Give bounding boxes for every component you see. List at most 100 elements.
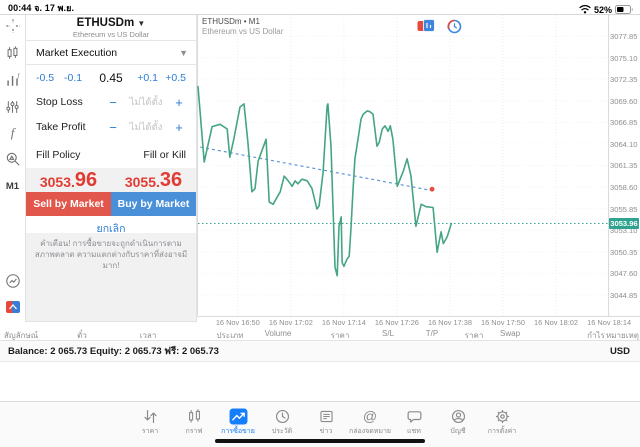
y-axis-tick: 3058.60	[610, 183, 638, 193]
objects-icon[interactable]	[0, 148, 25, 170]
stop-loss-row: Stop Loss − ไม่ได้ตั้ง +	[26, 91, 196, 113]
nav-item-mailbox[interactable]: @ กล่องจดหมาย	[348, 407, 392, 437]
volume-value[interactable]: 0.45	[92, 71, 130, 85]
svg-text:f: f	[17, 72, 20, 79]
mailbox-icon: @	[362, 408, 378, 424]
order-type-value: Market Execution	[36, 46, 118, 59]
clock-and-date: 00:44 จ. 17 พ.ย.	[8, 1, 74, 15]
status-time: 00:44	[8, 3, 32, 13]
volume-stepper: -0.5 -0.1 0.45 +0.1 +0.5	[26, 65, 196, 91]
fill-policy-row: Fill Policy Fill or Kill	[26, 144, 196, 166]
take-profit-plus-button[interactable]: +	[172, 120, 186, 135]
execution-warning: คำเตือน! การซื้อขายจะถูกดำเนินการตามสภาพ…	[26, 233, 196, 321]
nav-item-news[interactable]: ข่าว	[304, 407, 348, 437]
charts-icon	[186, 407, 203, 425]
nav-label: ประวัติ	[271, 428, 293, 435]
y-axis-tick: 3055.85	[610, 204, 638, 214]
take-profit-minus-button[interactable]: −	[106, 120, 120, 135]
y-axis-tick: 3075.10	[610, 53, 638, 63]
take-profit-label: Take Profit	[36, 121, 86, 133]
take-profit-row: Take Profit − ไม่ได้ตั้ง +	[26, 116, 196, 138]
nav-item-settings[interactable]: การตั้งค่า	[480, 407, 524, 437]
account-summary-bar: Balance: 2 065.73 Equity: 2 065.73 ฟรี: …	[0, 341, 640, 362]
order-type-selector[interactable]: Market Execution ▼	[26, 41, 196, 65]
take-profit-field[interactable]: ไม่ได้ตั้ง	[120, 120, 172, 135]
nav-item-trade[interactable]: การซื้อขาย	[216, 407, 260, 437]
sell-by-market-button[interactable]: Sell by Market	[26, 192, 111, 216]
mt5-trading-app: 00:44 จ. 17 พ.ย. 52% f f M1 ETHUSDm ▼ Et…	[0, 0, 640, 447]
current-price-flag: 3053.96	[609, 217, 639, 229]
metaquotes-logo-icon[interactable]	[0, 296, 25, 318]
stop-loss-field[interactable]: ไม่ได้ตั้ง	[120, 95, 172, 110]
nav-label: บัญชี	[450, 428, 466, 435]
nav-item-charts[interactable]: กราฟ	[172, 407, 216, 437]
nav-item-chat[interactable]: แชท	[392, 407, 436, 437]
history-icon	[274, 407, 291, 425]
nav-item-history[interactable]: ประวัติ	[260, 407, 304, 437]
account-currency: USD	[609, 345, 630, 357]
tune-icon[interactable]	[0, 96, 25, 118]
crosshair-icon[interactable]	[0, 15, 25, 37]
buy-by-market-button[interactable]: Buy by Market	[111, 192, 196, 216]
nav-item-accounts[interactable]: บัญชี	[436, 407, 480, 437]
quotes-icon	[142, 407, 159, 425]
y-axis-tick: 3066.85	[610, 118, 638, 128]
volume-dec-small-button[interactable]: -0.1	[64, 72, 92, 84]
nav-label: ราคา	[141, 428, 159, 435]
settings-icon	[494, 407, 511, 425]
timeframe-button[interactable]: M1	[0, 175, 25, 197]
y-axis-tick: 3077.85	[610, 32, 638, 41]
chat-icon	[406, 407, 423, 425]
chart-subtitle: Ethereum vs US Dollar	[202, 27, 284, 36]
nav-label: ข่าว	[319, 428, 333, 435]
objects-overlay-icon[interactable]	[417, 19, 435, 39]
positions-table-header: สัญลักษณ์ ตั๋ว เวลา ประเภท Volume ราคา S/L T/P ร…	[0, 326, 640, 341]
chevron-down-icon: ▼	[179, 47, 188, 58]
nav-item-quotes[interactable]: ราคา	[128, 407, 172, 437]
indicators-icon[interactable]: f	[0, 69, 25, 91]
symbol-selector[interactable]: ETHUSDm ▼ Ethereum vs US Dollar	[26, 15, 196, 41]
order-panel: ETHUSDm ▼ Ethereum vs US Dollar Market E…	[25, 15, 197, 322]
sell-price: 3053. 96	[39, 169, 98, 191]
bid-ask-prices: 3053. 96 3055. 36	[26, 168, 196, 192]
nav-label: การซื้อขาย	[221, 428, 255, 435]
stop-loss-plus-button[interactable]: +	[172, 95, 186, 110]
y-axis-tick: 3050.35	[610, 247, 638, 257]
stop-loss-label: Stop Loss	[36, 96, 83, 108]
symbol-description: Ethereum vs US Dollar	[72, 30, 150, 39]
table-header-7: S/L	[381, 329, 395, 338]
function-icon[interactable]: f	[0, 122, 25, 144]
accounts-icon	[450, 407, 467, 425]
home-indicator[interactable]	[215, 439, 425, 443]
fill-policy-label: Fill Policy	[36, 149, 81, 161]
volume-inc-small-button[interactable]: +0.1	[130, 72, 158, 84]
buy-price: 3055. 36	[124, 169, 183, 191]
candles-icon[interactable]	[0, 42, 25, 64]
y-axis-tick: 3069.60	[610, 96, 638, 106]
nav-label: กล่องจดหมาย	[348, 428, 392, 435]
volume-dec-large-button[interactable]: -0.5	[36, 72, 64, 84]
symbol-name: ETHUSDm	[76, 17, 135, 29]
y-axis-tick: 3061.35	[610, 161, 638, 171]
y-axis-tick: 3064.10	[610, 139, 638, 149]
nav-label: กราฟ	[185, 428, 203, 435]
chart-title: ETHUSDm • M1	[202, 17, 260, 26]
table-header-5: Volume	[264, 329, 292, 338]
nav-label: การตั้งค่า	[487, 428, 517, 435]
status-date: จ. 17 พ.ย.	[34, 3, 75, 13]
trade-icon	[229, 407, 248, 425]
account-summary: Balance: 2 065.73 Equity: 2 065.73 ฟรี: …	[8, 345, 219, 357]
news-icon	[318, 407, 335, 425]
stop-loss-minus-button[interactable]: −	[106, 95, 120, 110]
clock-session-icon[interactable]	[447, 19, 462, 39]
table-header-8: T/P	[425, 329, 439, 338]
stats-circle-icon[interactable]	[0, 270, 25, 292]
price-chart[interactable]: ETHUSDm • M1 Ethereum vs US Dollar 3077.…	[197, 15, 640, 341]
chart-tool-strip: f f M1	[0, 15, 25, 322]
table-header-10: Swap	[500, 329, 521, 338]
fill-policy-value[interactable]: Fill or Kill	[143, 149, 186, 161]
y-axis-tick: 3047.60	[610, 269, 638, 279]
chart-plot[interactable]	[197, 15, 640, 341]
timeframe-label: M1	[5, 180, 20, 192]
volume-inc-large-button[interactable]: +0.5	[158, 72, 186, 84]
